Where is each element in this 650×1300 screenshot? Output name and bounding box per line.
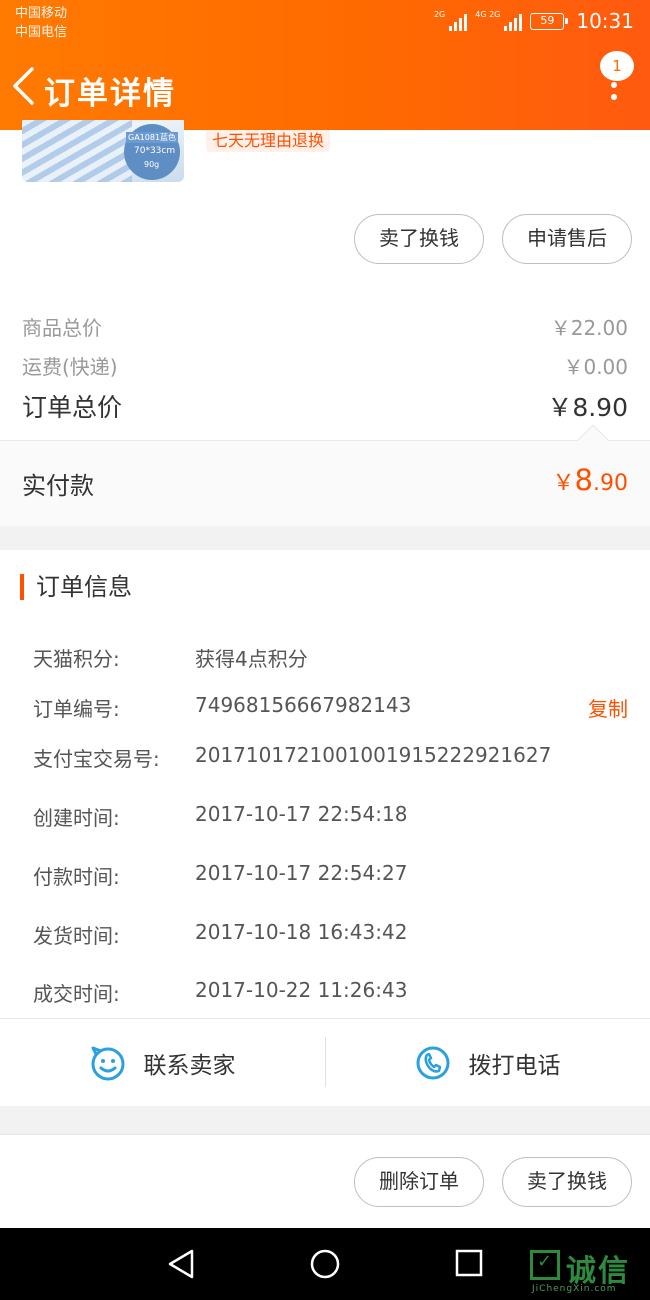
- chevron-left-icon[interactable]: [10, 66, 36, 106]
- paid-label: 实付款: [22, 472, 94, 500]
- order-info-section: 订单信息 天猫积分: 获得4点积分 订单编号: 7496815666798214…: [0, 550, 650, 1018]
- goods-price-value: ￥22.00: [550, 316, 628, 340]
- action-buttons: 删除订单 卖了换钱: [354, 1157, 632, 1207]
- carrier-info: 中国移动 中国电信: [15, 4, 67, 42]
- shipping-value: ￥0.00: [563, 355, 628, 379]
- watermark-icon: [530, 1250, 560, 1280]
- home-circle-icon[interactable]: [309, 1248, 341, 1280]
- paid-value: ￥8.90: [553, 463, 628, 497]
- shipping-row: 运费(快递) ￥0.00: [22, 351, 628, 380]
- system-nav-bar: 诚信 JiChengXin.com: [0, 1228, 650, 1300]
- signal-icon: 2G: [433, 10, 468, 31]
- battery-icon: 59: [530, 12, 569, 30]
- info-label: 付款时间:: [33, 865, 120, 889]
- nav-bar: 订单详情: [0, 58, 650, 118]
- watermark-logo: 诚信 JiChengXin.com: [526, 1234, 644, 1296]
- paid-amount-section: 实付款 ￥8.90: [0, 424, 650, 526]
- product-buttons: 卖了换钱 申请售后: [354, 214, 632, 264]
- thumb-code: GA1081蓝色: [126, 132, 179, 143]
- top-bar: 中国移动 中国电信 2G 4G 2G 59 10:31 订单详情 1: [0, 0, 650, 130]
- info-value: 2017101721001001915222921627: [195, 743, 552, 767]
- info-value: 74968156667982143: [195, 693, 412, 717]
- info-value: 获得4点积分: [195, 647, 308, 671]
- info-value: 2017-10-22 11:26:43: [195, 978, 408, 1002]
- goods-price-label: 商品总价: [22, 316, 102, 340]
- phone-icon: [416, 1046, 449, 1080]
- order-total-label: 订单总价: [22, 393, 123, 422]
- carrier-1: 中国移动: [15, 6, 68, 21]
- info-label: 天猫积分:: [33, 647, 120, 671]
- signal-icon: 4G 2G: [475, 10, 523, 31]
- thumb-weight: 90g: [144, 160, 160, 169]
- goods-price-row: 商品总价 ￥22.00: [22, 312, 628, 341]
- recents-square-icon[interactable]: [454, 1248, 484, 1278]
- smiley-chat-icon: [91, 1046, 124, 1081]
- info-label: 订单编号:: [33, 697, 120, 721]
- after-sale-button[interactable]: 申请售后: [502, 214, 632, 264]
- order-total-value: ￥8.90: [547, 393, 628, 422]
- delete-order-button[interactable]: 删除订单: [354, 1157, 484, 1207]
- info-label: 成交时间:: [33, 982, 120, 1006]
- watermark-sub: JiChengXin.com: [532, 1284, 617, 1294]
- info-value: 2017-10-17 22:54:18: [195, 802, 408, 826]
- contact-seller-button[interactable]: 联系卖家: [0, 1019, 325, 1107]
- signal-tag-2: 4G 2G: [475, 10, 501, 19]
- shipping-label: 运费(快递): [22, 355, 118, 379]
- status-bar: 中国移动 中国电信 2G 4G 2G 59 10:31: [0, 0, 650, 46]
- return-policy-tag: 七天无理由退换: [206, 130, 331, 152]
- info-label: 创建时间:: [33, 806, 120, 830]
- product-section: GA1081蓝色 70*33cm 90g 七天无理由退换 卖了换钱 申请售后: [0, 120, 650, 290]
- back-triangle-icon[interactable]: [166, 1248, 196, 1280]
- info-value: 2017-10-18 16:43:42: [195, 920, 408, 944]
- copy-button[interactable]: 复制: [588, 693, 628, 722]
- order-total-row: 订单总价 ￥8.90: [22, 388, 628, 424]
- info-label: 支付宝交易号:: [33, 747, 160, 771]
- product-thumbnail[interactable]: GA1081蓝色 70*33cm 90g: [22, 120, 184, 182]
- resell-button[interactable]: 卖了换钱: [354, 214, 484, 264]
- status-indicators: 2G 4G 2G 59 10:31: [434, 9, 634, 33]
- contact-seller-label: 联系卖家: [143, 1053, 236, 1079]
- call-label: 拨打电话: [468, 1053, 561, 1079]
- carrier-2: 中国电信: [15, 25, 68, 40]
- paid-currency: ￥: [552, 471, 575, 496]
- info-value: 2017-10-17 22:54:27: [195, 861, 408, 885]
- page-title: 订单详情: [44, 76, 176, 112]
- info-label: 发货时间:: [33, 924, 120, 948]
- signal-tag-1: 2G: [433, 10, 446, 19]
- call-button[interactable]: 拨打电话: [325, 1019, 650, 1107]
- thumb-size: 70*33cm: [134, 146, 176, 156]
- resell-button[interactable]: 卖了换钱: [502, 1157, 632, 1207]
- clock: 10:31: [576, 9, 634, 33]
- notification-badge[interactable]: 1: [600, 51, 634, 81]
- contact-bar: 联系卖家 拨打电话: [0, 1018, 650, 1106]
- paid-integer: 8: [574, 463, 593, 497]
- price-summary: 商品总价 ￥22.00 运费(快递) ￥0.00 订单总价 ￥8.90: [0, 290, 650, 440]
- paid-decimal: .90: [593, 471, 628, 496]
- bottom-actions: 删除订单 卖了换钱: [0, 1134, 650, 1228]
- section-title: 订单信息: [20, 574, 132, 600]
